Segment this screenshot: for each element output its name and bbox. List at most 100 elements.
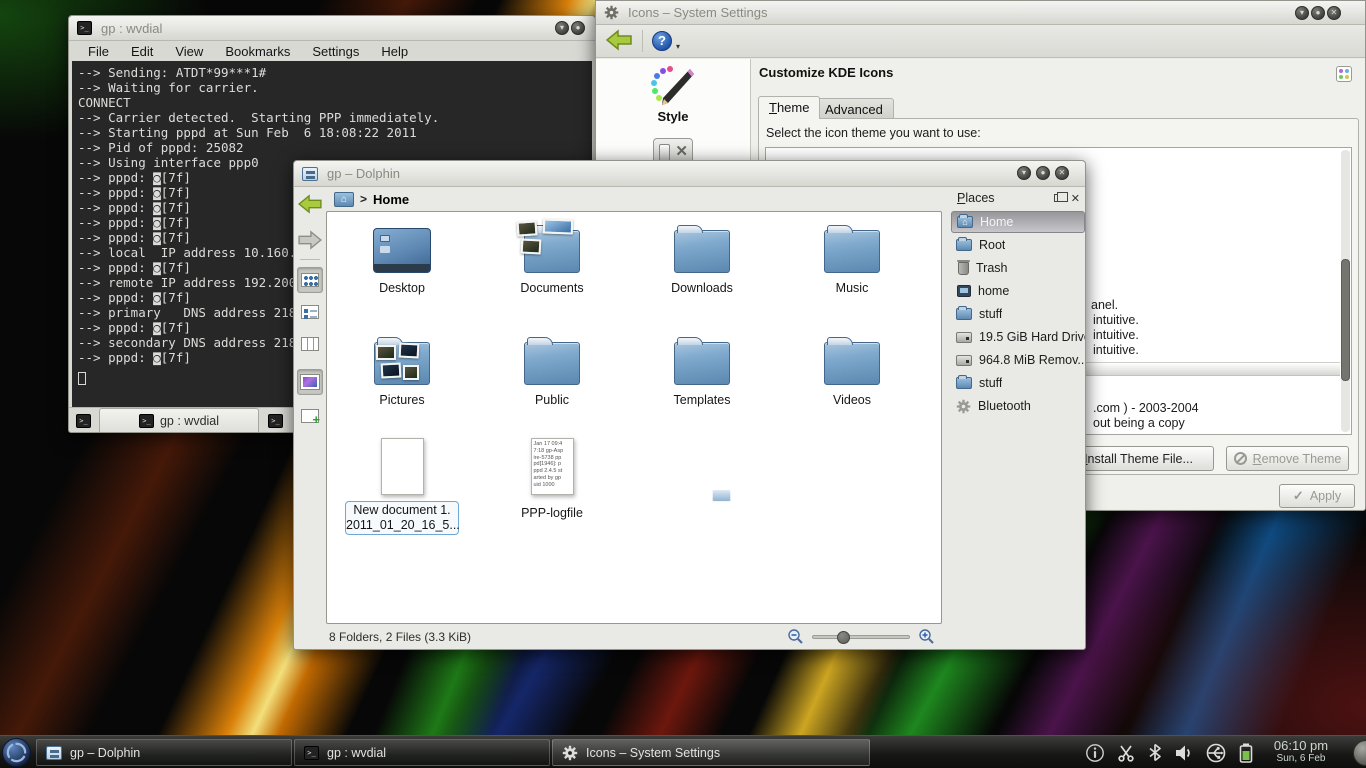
place-item-stuff[interactable]: stuff bbox=[951, 303, 1085, 325]
back-button[interactable] bbox=[297, 191, 323, 217]
system-tray bbox=[1085, 736, 1254, 768]
columns-view-button[interactable] bbox=[297, 331, 323, 357]
folder-item-pictures[interactable]: Pictures bbox=[342, 336, 462, 407]
chevron-down-icon[interactable]: ▾ bbox=[676, 42, 680, 51]
sidebar-item-style[interactable]: Style bbox=[596, 59, 750, 168]
back-arrow-icon bbox=[606, 29, 632, 51]
breadcrumb-location[interactable]: Home bbox=[373, 192, 409, 207]
file-item-ppp-logfile[interactable]: Jan 17 09:4 7:18 gp-Asp ire-5738 pp pd[1… bbox=[492, 438, 612, 520]
task-system-settings[interactable]: Icons – System Settings bbox=[552, 739, 870, 766]
split-view-button[interactable] bbox=[297, 403, 323, 429]
scrollbar[interactable] bbox=[1341, 150, 1350, 432]
settings-titlebar[interactable]: Icons – System Settings ▾ ● ✕ bbox=[596, 1, 1365, 25]
zoom-slider-thumb[interactable] bbox=[837, 631, 850, 644]
tab-list-button[interactable]: >_ bbox=[265, 410, 286, 431]
menu-file[interactable]: File bbox=[77, 44, 120, 59]
minimize-button[interactable]: ▾ bbox=[1017, 166, 1031, 180]
panel-toolbox-icon[interactable] bbox=[1353, 740, 1366, 766]
terminal-icon: >_ bbox=[304, 746, 319, 760]
folder-label: Documents bbox=[492, 281, 612, 295]
place-item-hard-drive[interactable]: 19.5 GiB Hard Drive bbox=[951, 326, 1085, 348]
terminal-tab[interactable]: >_ gp : wvdial bbox=[99, 408, 259, 432]
scrollbar-thumb[interactable] bbox=[1341, 259, 1350, 381]
places-header[interactable]: Places ✕ bbox=[949, 187, 1087, 211]
close-button[interactable]: ✕ bbox=[1327, 6, 1341, 20]
breadcrumb: ⌂ > Home bbox=[326, 187, 942, 211]
folder-item-documents[interactable]: Documents bbox=[492, 224, 612, 295]
place-item-home-device[interactable]: home bbox=[951, 280, 1085, 302]
maximize-button[interactable]: ● bbox=[1036, 166, 1050, 180]
forward-button[interactable] bbox=[297, 227, 323, 253]
task-terminal[interactable]: >_ gp : wvdial bbox=[294, 739, 550, 766]
menu-settings[interactable]: Settings bbox=[301, 44, 370, 59]
clock-time: 06:10 pm bbox=[1268, 738, 1334, 753]
details-view-button[interactable] bbox=[297, 299, 323, 325]
zoom-in-icon[interactable] bbox=[918, 628, 935, 645]
folder-icon bbox=[524, 342, 580, 385]
maximize-button[interactable]: ● bbox=[571, 21, 585, 35]
klipper-scissors-icon[interactable] bbox=[1116, 743, 1136, 763]
folder-item-desktop[interactable]: Desktop bbox=[342, 224, 462, 295]
theme-description-fragment: intuitive. bbox=[1093, 313, 1139, 327]
folder-item-templates[interactable]: Templates bbox=[642, 336, 762, 407]
battery-tray-icon[interactable] bbox=[1238, 742, 1254, 764]
menu-view[interactable]: View bbox=[164, 44, 214, 59]
zoom-slider[interactable] bbox=[812, 635, 910, 639]
home-folder-icon[interactable]: ⌂ bbox=[334, 192, 354, 207]
remove-icon bbox=[1234, 452, 1247, 465]
menu-help[interactable]: Help bbox=[370, 44, 419, 59]
close-button[interactable]: ✕ bbox=[1055, 166, 1069, 180]
check-icon: ✓ bbox=[1293, 488, 1304, 504]
help-icon: ? bbox=[652, 31, 672, 51]
place-item-home[interactable]: ⌂ Home bbox=[951, 211, 1085, 233]
bluetooth-tray-icon[interactable] bbox=[1147, 743, 1163, 763]
split-view-icon bbox=[301, 409, 319, 423]
icons-view-button[interactable] bbox=[297, 267, 323, 293]
folder-label: Downloads bbox=[642, 281, 762, 295]
terminal-titlebar[interactable]: >_ gp : wvdial ▾ ● bbox=[69, 16, 595, 41]
info-tray-icon[interactable] bbox=[1085, 743, 1105, 763]
folder-item-downloads[interactable]: Downloads bbox=[642, 224, 762, 295]
clock[interactable]: 06:10 pm Sun, 6 Feb bbox=[1268, 738, 1334, 765]
menu-edit[interactable]: Edit bbox=[120, 44, 164, 59]
app-launcher-button[interactable] bbox=[2, 738, 31, 767]
place-item-stuff-2[interactable]: stuff bbox=[951, 372, 1085, 394]
folder-item-public[interactable]: Public bbox=[492, 336, 612, 407]
usb-device-notifier-icon[interactable] bbox=[1205, 743, 1227, 763]
folder-item-music[interactable]: Music bbox=[792, 224, 912, 295]
close-panel-icon[interactable]: ✕ bbox=[1071, 192, 1080, 205]
remove-theme-button[interactable]: Remove Theme bbox=[1226, 446, 1349, 471]
place-item-root[interactable]: Root bbox=[951, 234, 1085, 256]
zoom-out-icon[interactable] bbox=[787, 628, 804, 645]
place-item-bluetooth[interactable]: Bluetooth bbox=[951, 395, 1085, 417]
folder-icon bbox=[824, 230, 880, 273]
maximize-button[interactable]: ● bbox=[1311, 6, 1325, 20]
menu-bookmarks[interactable]: Bookmarks bbox=[214, 44, 301, 59]
apply-button[interactable]: ✓ Apply bbox=[1279, 484, 1355, 508]
back-button[interactable] bbox=[606, 29, 632, 51]
detach-panel-icon[interactable] bbox=[1054, 194, 1063, 202]
help-button[interactable]: ? bbox=[652, 31, 672, 51]
dolphin-titlebar[interactable]: gp – Dolphin ▾ ● ✕ bbox=[294, 161, 1085, 187]
minimize-button[interactable]: ▾ bbox=[1295, 6, 1309, 20]
preview-button[interactable] bbox=[297, 369, 323, 395]
tab-advanced[interactable]: Advanced bbox=[814, 98, 894, 119]
new-tab-button[interactable]: >_ bbox=[73, 410, 94, 431]
terminal-app-icon: >_ bbox=[77, 21, 92, 35]
file-item-new-document[interactable]: New document 1. 2011_01_20_16_5... bbox=[342, 438, 462, 535]
dolphin-app-icon bbox=[46, 746, 62, 760]
places-title: Places bbox=[957, 191, 995, 205]
task-dolphin[interactable]: gp – Dolphin bbox=[36, 739, 292, 766]
volume-tray-icon[interactable] bbox=[1174, 743, 1194, 763]
style-pencil-icon bbox=[650, 65, 696, 107]
overview-icon[interactable] bbox=[1336, 66, 1352, 82]
folder-label: Templates bbox=[642, 393, 762, 407]
dolphin-app-icon bbox=[302, 167, 318, 181]
tab-theme[interactable]: Theme bbox=[758, 96, 820, 119]
folder-view[interactable]: Desktop Documents Downloads Music bbox=[326, 211, 942, 624]
minimize-button[interactable]: ▾ bbox=[555, 21, 569, 35]
sidebar-item-style-label: Style bbox=[596, 109, 750, 124]
place-item-removable[interactable]: 964.8 MiB Remov... bbox=[951, 349, 1085, 371]
place-item-trash[interactable]: Trash bbox=[951, 257, 1085, 279]
folder-item-videos[interactable]: Videos bbox=[792, 336, 912, 407]
